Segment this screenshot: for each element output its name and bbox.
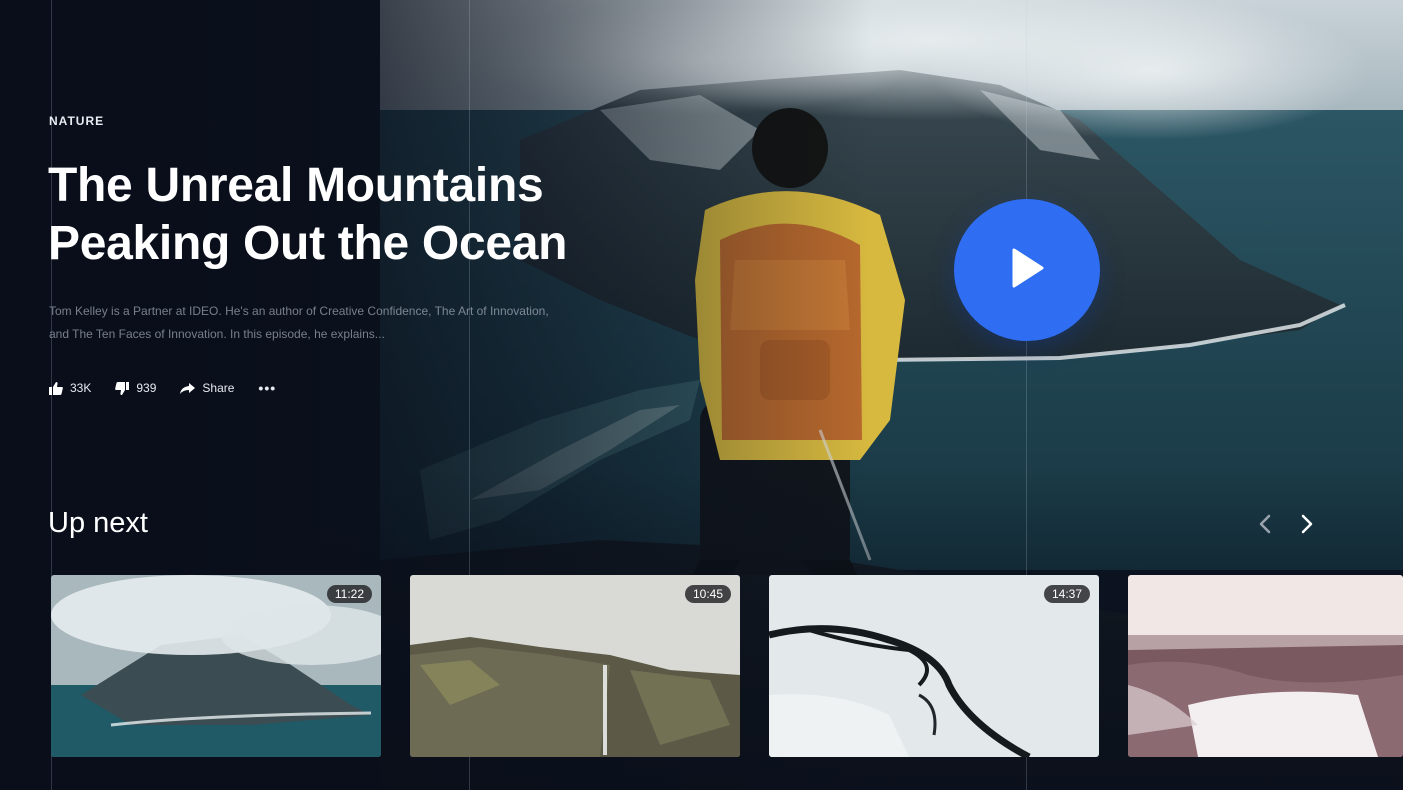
carousel-nav: [1254, 514, 1318, 538]
category-label: NATURE: [49, 114, 105, 128]
video-title-line-2: Peaking Out the Ocean: [48, 217, 568, 270]
share-button[interactable]: Share: [180, 381, 234, 395]
video-thumbnail[interactable]: [1128, 575, 1403, 757]
thumbnail-image: [51, 575, 381, 757]
more-options-button[interactable]: •••: [258, 380, 276, 396]
like-count: 33K: [70, 381, 92, 395]
video-description: Tom Kelley is a Partner at IDEO. He's an…: [49, 304, 549, 341]
like-button[interactable]: 33K: [49, 381, 91, 395]
video-player-page: NATURE The Unreal Mountains Peaking Out …: [0, 0, 1403, 790]
thumb-up-icon: [49, 381, 63, 395]
play-button[interactable]: [954, 199, 1100, 341]
video-title: The Unreal Mountains Peaking Out the Oce…: [48, 157, 688, 273]
up-next-heading: Up next: [48, 507, 148, 539]
play-icon: [1010, 248, 1044, 293]
share-label: Share: [202, 381, 235, 395]
video-thumbnail[interactable]: 10:45: [410, 575, 740, 757]
dislike-button[interactable]: 939: [115, 381, 156, 395]
video-thumbnail[interactable]: 14:37: [769, 575, 1099, 757]
chevron-right-icon: [1301, 514, 1313, 539]
video-actions: 33K 939 Share •••: [49, 380, 276, 396]
up-next-carousel: 11:22 10:45 14:37: [51, 575, 1403, 757]
share-arrow-icon: [180, 382, 196, 394]
video-title-line-1: The Unreal Mountains: [48, 159, 544, 212]
video-duration: 10:45: [684, 585, 731, 603]
thumbnail-image: [1128, 575, 1403, 757]
dislike-count: 939: [136, 381, 157, 395]
video-duration: 14:37: [1043, 585, 1090, 603]
video-duration: 11:22: [326, 585, 372, 603]
video-thumbnail[interactable]: 11:22: [51, 575, 381, 757]
carousel-prev-button[interactable]: [1254, 514, 1276, 538]
chevron-left-icon: [1259, 514, 1271, 539]
thumb-down-icon: [115, 381, 130, 395]
carousel-next-button[interactable]: [1296, 514, 1318, 538]
